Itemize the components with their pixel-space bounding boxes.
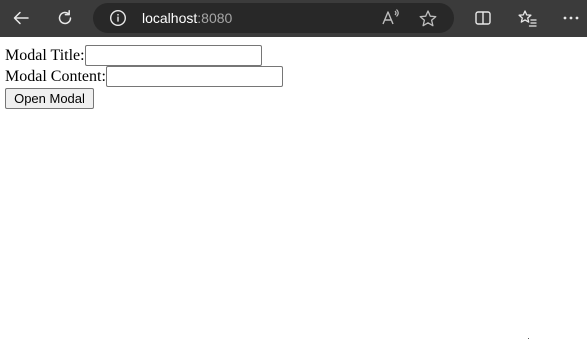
- address-bar[interactable]: localhost:8080: [93, 3, 454, 33]
- page-content: Modal Title: Modal Content: Open Modal: [0, 37, 587, 339]
- more-button[interactable]: [556, 4, 586, 32]
- add-favorite-button[interactable]: [418, 9, 438, 33]
- content-row: Modal Content:: [5, 66, 283, 87]
- back-button[interactable]: [6, 4, 36, 32]
- site-info-icon[interactable]: [109, 9, 127, 27]
- refresh-button[interactable]: [50, 4, 80, 32]
- modal-title-input[interactable]: [84, 45, 262, 66]
- favorites-list-icon: [518, 10, 537, 27]
- address-port: :8080: [197, 10, 233, 26]
- favorites-button[interactable]: [512, 4, 542, 32]
- open-modal-button[interactable]: Open Modal: [5, 88, 94, 109]
- title-row: Modal Title:: [5, 45, 262, 66]
- refresh-icon: [58, 10, 72, 25]
- browser-toolbar: localhost:8080: [0, 0, 587, 37]
- read-aloud-button[interactable]: [381, 9, 401, 31]
- star-icon: [419, 10, 437, 27]
- split-screen-button[interactable]: [468, 4, 498, 32]
- modal-title-label: Modal Title:: [5, 46, 85, 64]
- address-host: localhost: [142, 10, 198, 26]
- address-url[interactable]: localhost:8080: [142, 3, 232, 33]
- modal-content-label: Modal Content:: [5, 67, 106, 85]
- more-icon: [563, 16, 579, 20]
- read-aloud-icon: [382, 9, 399, 25]
- info-circle-icon: [109, 9, 127, 27]
- modal-content-input[interactable]: [105, 66, 283, 87]
- split-screen-icon: [475, 11, 491, 25]
- back-arrow-icon: [13, 11, 29, 25]
